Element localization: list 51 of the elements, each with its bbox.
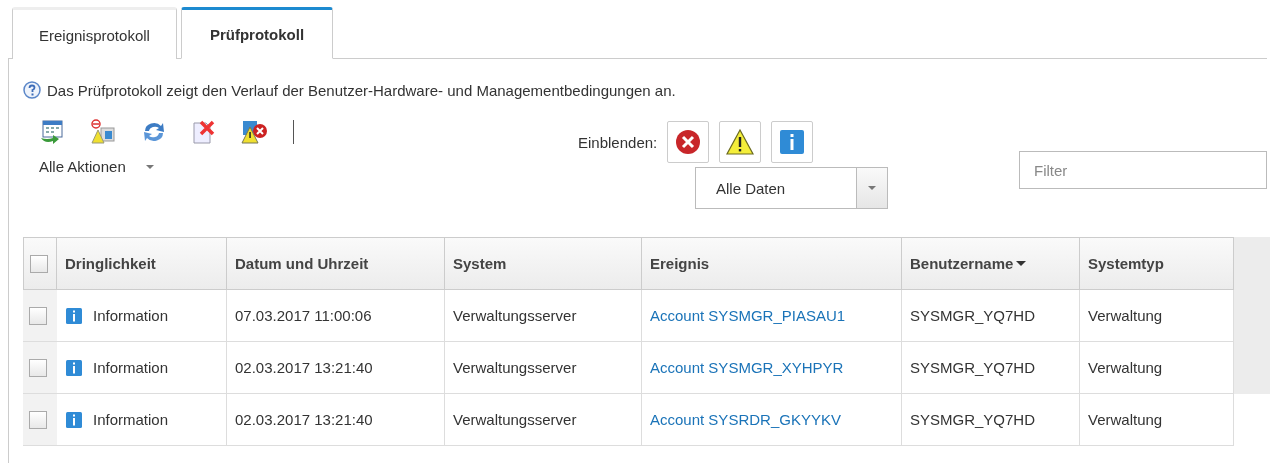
checkbox[interactable]: [29, 410, 47, 429]
table-cell: Verwaltung: [1080, 342, 1234, 394]
table-cell: 07.03.2017 11:00:06: [227, 290, 445, 342]
severity-filter-button[interactable]: [771, 121, 814, 163]
table-cell: Verwaltung: [1080, 394, 1234, 446]
column-header[interactable]: Dringlichkeit: [57, 237, 227, 290]
checkbox[interactable]: [29, 306, 47, 325]
column-header[interactable]: Systemtyp: [1080, 237, 1234, 290]
show-label: Einblenden:: [578, 133, 658, 151]
warning-icon: [726, 128, 755, 156]
clear-warnings-icon[interactable]: [241, 119, 269, 145]
info-icon: [65, 410, 83, 429]
table-cell: 02.03.2017 13:21:40: [227, 394, 445, 446]
actions-menu[interactable]: Alle Aktionen: [23, 157, 160, 176]
error-icon: [674, 128, 703, 156]
severity-filter-button[interactable]: [719, 121, 762, 163]
help-icon[interactable]: [23, 81, 41, 99]
table-cell: Verwaltungsserver: [445, 290, 642, 342]
checkbox[interactable]: [30, 254, 48, 273]
delete-document-icon[interactable]: [191, 119, 217, 145]
severity-text: Information: [93, 307, 169, 324]
info-icon: [65, 306, 83, 325]
column-header[interactable]: Benutzername: [902, 237, 1080, 290]
event-link[interactable]: Account SYSMGR_XYHPYR: [650, 359, 844, 376]
severity-filter-button[interactable]: [667, 121, 710, 163]
severity-text: Information: [93, 359, 169, 376]
event-link[interactable]: Account SYSRDR_GKYYKV: [650, 411, 841, 428]
severity-text: Information: [93, 411, 169, 428]
table-cell: SYSMGR_YQ7HD: [902, 394, 1080, 446]
table-cell: 02.03.2017 13:21:40: [227, 342, 445, 394]
filter-field[interactable]: Filter: [1019, 151, 1267, 189]
time-range-dropdown[interactable]: Alle Daten: [695, 167, 888, 209]
table-cell: Verwaltung: [1080, 290, 1234, 342]
description-text: Das Prüfprotokoll zeigt den Verlauf der Benutzer-Hardware- und Managementbedingungen an.: [47, 81, 676, 99]
table-cell: SYSMGR_YQ7HD: [902, 290, 1080, 342]
column-header[interactable]: System: [445, 237, 642, 290]
table-cell: Verwaltungsserver: [445, 342, 642, 394]
column-header[interactable]: Ereignis: [642, 237, 902, 290]
sort-caret-icon: [1016, 261, 1027, 266]
checkbox[interactable]: [29, 358, 47, 377]
scrollbar-track[interactable]: [1234, 237, 1270, 394]
info-icon: [65, 358, 83, 377]
column-header[interactable]: Datum und Uhrzeit: [227, 237, 445, 290]
table-cell: SYSMGR_YQ7HD: [902, 342, 1080, 394]
event-link[interactable]: Account SYSMGR_PIASAU1: [650, 307, 846, 324]
table-cell: Verwaltungsserver: [445, 394, 642, 446]
tab[interactable]: Ereignisprotokoll: [12, 7, 177, 59]
tab[interactable]: Prüfprotokoll: [180, 7, 334, 59]
exclude-events-icon[interactable]: [89, 119, 117, 145]
calendar-export-icon[interactable]: [39, 119, 65, 145]
info-icon: [778, 128, 807, 156]
